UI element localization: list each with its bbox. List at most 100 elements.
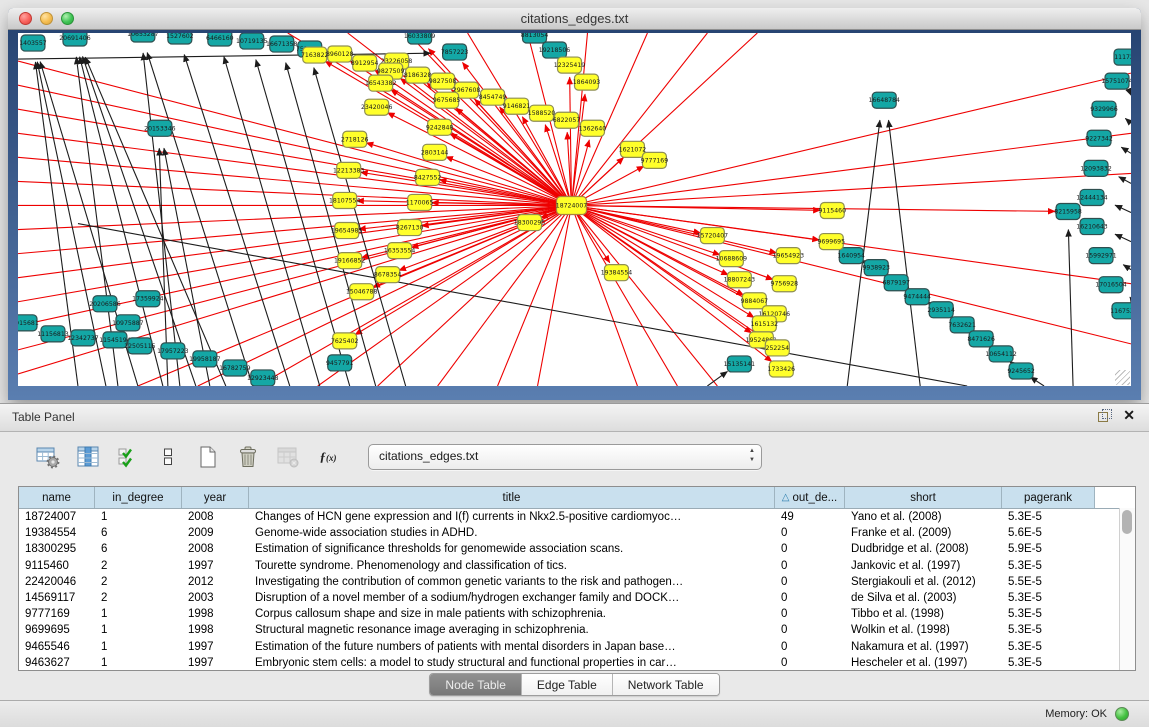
table-cell[interactable]: 2 <box>95 560 182 572</box>
graph-node[interactable]: 1915681 <box>18 315 39 331</box>
graph-node[interactable]: 8960128 <box>326 46 354 62</box>
graph-node[interactable]: 7163822 <box>301 47 329 63</box>
table-cell[interactable]: 0 <box>775 592 845 604</box>
table-cell[interactable]: 5.3E-5 <box>1002 624 1095 636</box>
graph-node[interactable]: 1864093 <box>573 74 601 90</box>
vertical-scrollbar[interactable] <box>1119 508 1135 670</box>
table-cell[interactable]: 5.9E-5 <box>1002 543 1095 555</box>
table-cell[interactable]: Tourette syndrome. Phenomenology and cla… <box>249 560 775 572</box>
graph-node[interactable]: 15135141 <box>724 356 755 372</box>
table-cell[interactable]: 49 <box>775 511 845 523</box>
table-row[interactable]: 1938455462009Genome-wide association stu… <box>19 525 1135 541</box>
graph-node[interactable]: 8267130 <box>396 220 424 236</box>
graph-node[interactable]: 17957223 <box>157 343 188 359</box>
table-cell[interactable]: 2 <box>95 576 182 588</box>
table-cell[interactable]: 1 <box>95 511 182 523</box>
table-cell[interactable]: 9465546 <box>19 641 95 653</box>
table-cell[interactable]: 9463627 <box>19 657 95 669</box>
table-cell[interactable]: 9699695 <box>19 624 95 636</box>
table-cell[interactable]: Structural magnetic resonance image aver… <box>249 624 775 636</box>
graph-node[interactable]: 8471626 <box>967 331 995 347</box>
tab-network-table[interactable]: Network Table <box>613 674 719 695</box>
table-cell[interactable]: 6 <box>95 527 182 539</box>
table-cell[interactable]: 0 <box>775 560 845 572</box>
graph-node[interactable]: 9699695 <box>818 234 846 250</box>
table-cell[interactable]: 6 <box>95 543 182 555</box>
graph-node[interactable]: 19654923 <box>773 248 804 264</box>
table-cell[interactable]: Franke et al. (2009) <box>845 527 1002 539</box>
graph-node[interactable]: 23420046 <box>361 99 392 115</box>
table-row[interactable]: 1830029562008Estimation of significance … <box>19 541 1135 557</box>
graph-node[interactable]: 8678354 <box>374 267 402 283</box>
table-row[interactable]: 977716911998Corpus callosum shape and si… <box>19 606 1135 622</box>
graph-node[interactable]: 12444134 <box>1076 189 1107 205</box>
table-row[interactable]: 946554611997Estimation of the future num… <box>19 639 1135 655</box>
tab-node-table[interactable]: Node Table <box>430 674 522 695</box>
table-cell[interactable]: 0 <box>775 527 845 539</box>
table-cell[interactable]: Stergiakouli et al. (2012) <box>845 576 1002 588</box>
table-cell[interactable]: Investigating the contribution of common… <box>249 576 775 588</box>
delete-table-button[interactable] <box>274 443 302 471</box>
graph-node[interactable]: 9146821 <box>503 98 531 114</box>
graph-node[interactable]: 1733426 <box>768 361 796 377</box>
graph-node[interactable]: 15751074 <box>1101 73 1131 89</box>
graph-node[interactable]: 12325419 <box>554 57 585 73</box>
graph-node[interactable]: 10719135 <box>236 33 267 49</box>
table-cell[interactable]: 0 <box>775 576 845 588</box>
table-settings-button[interactable] <box>34 443 62 471</box>
table-cell[interactable]: 5.3E-5 <box>1002 641 1095 653</box>
table-row[interactable]: 1872400712008Changes of HCN gene express… <box>19 509 1135 525</box>
table-cell[interactable]: Genome-wide association studies in ADHD. <box>249 527 775 539</box>
table-cell[interactable]: Corpus callosum shape and size in male p… <box>249 608 775 620</box>
table-cell[interactable]: 1 <box>95 624 182 636</box>
table-cell[interactable]: Nakamura et al. (1997) <box>845 641 1002 653</box>
table-row[interactable]: 969969511998Structural magnetic resonanc… <box>19 622 1135 638</box>
graph-node[interactable]: 9115460 <box>819 202 847 218</box>
graph-node[interactable]: 19958187 <box>189 351 220 367</box>
graph-node[interactable]: 10653287 <box>127 33 158 42</box>
table-cell[interactable]: 0 <box>775 657 845 669</box>
row-height-button[interactable] <box>154 443 182 471</box>
table-cell[interactable]: 9115460 <box>19 560 95 572</box>
graph-node[interactable]: 1527602 <box>166 33 194 44</box>
table-cell[interactable]: 2009 <box>182 527 249 539</box>
select-columns-button[interactable] <box>114 443 142 471</box>
table-cell[interactable]: 2008 <box>182 543 249 555</box>
graph-node[interactable]: 9245652 <box>1007 363 1035 379</box>
graph-node[interactable]: 17016504 <box>1095 277 1126 293</box>
graph-node[interactable]: 8912954 <box>351 55 379 71</box>
graph-node[interactable]: 8427552 <box>414 169 442 185</box>
table-cell[interactable]: Tibbo et al. (1998) <box>845 608 1002 620</box>
graph-node[interactable]: 15720407 <box>697 228 728 244</box>
table-row[interactable]: 946362711997Embryonic stem cells: a mode… <box>19 655 1135 671</box>
graph-node[interactable]: 10975887 <box>112 315 143 331</box>
table-cell[interactable]: 1 <box>95 608 182 620</box>
graph-node[interactable]: 20206586 <box>89 296 120 312</box>
table-cell[interactable]: 18724007 <box>19 511 95 523</box>
graph-node[interactable]: 1170065 <box>406 194 434 210</box>
delete-rows-button[interactable] <box>234 443 262 471</box>
graph-node[interactable]: 1167534 <box>1110 303 1131 319</box>
graph-node[interactable]: 9756928 <box>771 276 799 292</box>
table-cell[interactable]: 1997 <box>182 641 249 653</box>
graph-node[interactable]: 16033809 <box>404 33 435 44</box>
graph-node[interactable]: 111724 <box>1114 49 1131 65</box>
graph-node[interactable]: 16543382 <box>365 75 396 91</box>
graph-node[interactable]: 15046788 <box>346 284 377 300</box>
table-cell[interactable]: Estimation of significance thresholds fo… <box>249 543 775 555</box>
graph-node[interactable]: 18807243 <box>724 272 755 288</box>
table-row[interactable]: 911546021997Tourette syndrome. Phenomeno… <box>19 558 1135 574</box>
table-cell[interactable]: 5.3E-5 <box>1002 592 1095 604</box>
column-header-out_de[interactable]: △out_de... <box>775 487 845 508</box>
graph-node[interactable]: 9938923 <box>862 260 890 276</box>
table-cell[interactable]: 18300295 <box>19 543 95 555</box>
table-cell[interactable]: 2 <box>95 592 182 604</box>
table-cell[interactable]: 1997 <box>182 657 249 669</box>
network-window-titlebar[interactable]: citations_edges.txt <box>8 8 1141 30</box>
table-cell[interactable]: 1 <box>95 657 182 669</box>
graph-node[interactable]: 12213383 <box>333 162 364 178</box>
graph-node[interactable]: 18107554 <box>329 192 360 208</box>
table-row[interactable]: 1456911722003Disruption of a novel membe… <box>19 590 1135 606</box>
table-cell[interactable]: 5.5E-5 <box>1002 576 1095 588</box>
graph-node[interactable]: 8215958 <box>1054 203 1082 219</box>
